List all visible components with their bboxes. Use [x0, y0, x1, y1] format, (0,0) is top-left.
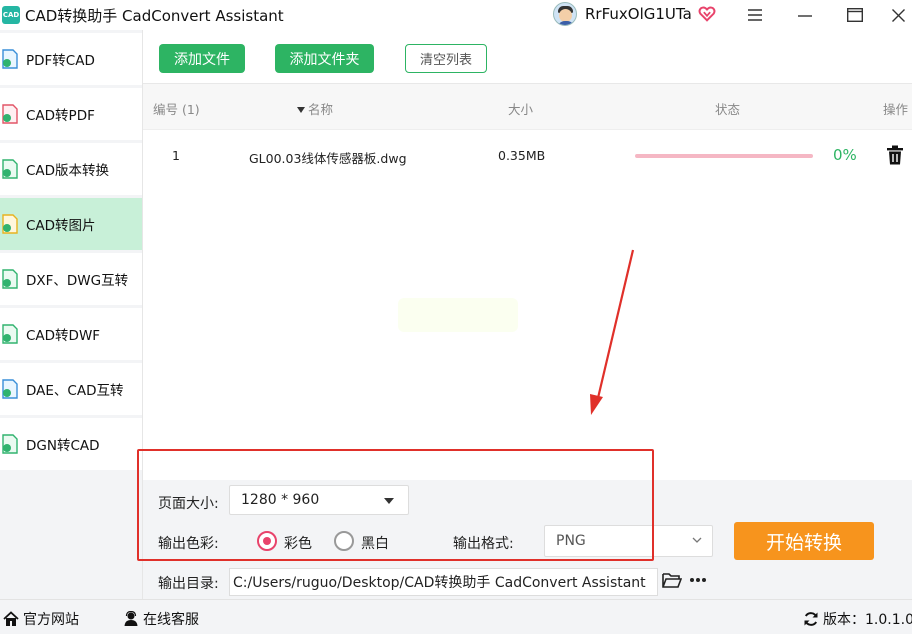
title-bar: CAD CAD转换助手 CadConvert Assistant RrFuxOl… — [0, 0, 912, 30]
output-dir-label: 输出目录: — [158, 576, 219, 592]
sidebar-item-label: DGN转CAD — [26, 438, 100, 454]
support-label: 在线客服 — [143, 612, 199, 628]
more-icon[interactable] — [689, 577, 707, 583]
maximize-icon[interactable] — [844, 4, 866, 26]
cad-to-pdf-icon — [2, 104, 18, 124]
format-label: 输出格式: — [453, 536, 514, 552]
sidebar-item-label: CAD版本转换 — [26, 163, 110, 179]
website-label: 官方网站 — [23, 612, 79, 628]
minimize-icon[interactable] — [794, 4, 816, 26]
menu-icon[interactable] — [744, 4, 766, 26]
output-dir-field[interactable]: C:/Users/ruguo/Desktop/CAD转换助手 CadConver… — [229, 568, 658, 596]
col-name[interactable]: 名称 — [297, 99, 333, 118]
row-file-size: 0.35MB — [498, 148, 546, 163]
sidebar-item-dae-cad[interactable]: DAE、CAD互转 — [0, 363, 142, 415]
pdf-to-cad-icon — [2, 49, 18, 69]
dxf-dwg-icon — [2, 269, 18, 289]
official-website-link[interactable]: 官方网站 — [3, 609, 79, 629]
table-header: 编号 (1) 名称 大小 状态 操作 — [143, 84, 912, 130]
sidebar-item-cad-to-pdf[interactable]: CAD转PDF — [0, 88, 142, 140]
progress-bar — [635, 154, 813, 158]
col-size[interactable]: 大小 — [508, 99, 533, 118]
clear-list-button[interactable]: 清空列表 — [405, 44, 487, 73]
status-bar: 官方网站 在线客服 版本：1.0.1.0 — [0, 599, 912, 634]
user-area[interactable]: RrFuxOlG1UTa — [553, 2, 716, 26]
support-person-icon — [124, 611, 138, 626]
table-row[interactable]: 1 GL00.03线体传感器板.dwg 0.35MB 0% — [143, 130, 912, 182]
sort-arrow-icon — [297, 107, 305, 113]
color-radio-bw[interactable] — [334, 531, 354, 551]
color-option-bw[interactable]: 黑白 — [361, 533, 389, 553]
col-action: 操作 — [883, 102, 909, 117]
main-panel: 添加文件 添加文件夹 清空列表 编号 (1) 名称 大小 状态 操作 1 GL0… — [142, 30, 912, 599]
chevron-down-icon — [692, 537, 702, 543]
color-option-color[interactable]: 彩色 — [284, 533, 312, 553]
color-radio-color[interactable] — [257, 531, 277, 551]
dropdown-caret-icon — [384, 498, 394, 504]
app-window: CAD CAD转换助手 CadConvert Assistant RrFuxOl… — [0, 0, 912, 634]
sidebar-item-label: DXF、DWG互转 — [26, 273, 129, 289]
folder-open-icon[interactable] — [662, 572, 682, 589]
version-label: 版本：1.0.1.0 — [823, 612, 912, 628]
version-info[interactable]: 版本：1.0.1.0 — [803, 609, 912, 629]
color-label: 输出色彩: — [158, 536, 219, 552]
col-name-label: 名称 — [308, 102, 334, 117]
sidebar-item-dgn-to-cad[interactable]: DGN转CAD — [0, 418, 142, 470]
refresh-icon — [804, 612, 818, 626]
username[interactable]: RrFuxOlG1UTa — [585, 5, 692, 23]
sidebar-item-dxf-dwg[interactable]: DXF、DWG互转 — [0, 253, 142, 305]
app-logo-icon: CAD — [2, 6, 20, 24]
add-file-button[interactable]: 添加文件 — [159, 44, 245, 73]
progress-percent: 0% — [833, 146, 857, 164]
page-size-value: 1280 * 960 — [241, 492, 320, 508]
sidebar-item-label: CAD转图片 — [26, 218, 96, 234]
row-file-name: GL00.03线体传感器板.dwg — [249, 151, 407, 166]
dgn-to-cad-icon — [2, 434, 18, 454]
cad-to-image-icon — [2, 214, 18, 234]
col-status: 状态 — [715, 102, 741, 117]
vip-heart-icon[interactable] — [698, 5, 716, 23]
sidebar-item-cad-to-image[interactable]: CAD转图片 — [0, 198, 142, 250]
row-index: 1 — [172, 148, 180, 163]
sidebar-item-cad-to-dwf[interactable]: CAD转DWF — [0, 308, 142, 360]
page-size-select[interactable]: 1280 * 960 — [229, 485, 409, 515]
settings-panel: 页面大小: 1280 * 960 输出色彩: 彩色 黑白 输出格式: PNG 开… — [143, 480, 912, 599]
cad-version-icon — [2, 159, 18, 179]
trash-icon[interactable] — [886, 145, 904, 165]
format-value: PNG — [556, 533, 586, 549]
avatar[interactable] — [553, 2, 577, 26]
watermark — [398, 298, 518, 332]
sidebar-item-pdf-to-cad[interactable]: PDF转CAD — [0, 33, 142, 85]
col-index[interactable]: 编号 (1) — [153, 99, 200, 118]
add-folder-button[interactable]: 添加文件夹 — [275, 44, 374, 73]
sidebar-item-label: DAE、CAD互转 — [26, 383, 124, 399]
sidebar-item-label: PDF转CAD — [26, 53, 95, 69]
sidebar-item-label: CAD转PDF — [26, 108, 95, 124]
cad-to-dwf-icon — [2, 324, 18, 344]
sidebar-item-label: CAD转DWF — [26, 328, 101, 344]
dae-cad-icon — [2, 379, 18, 399]
output-dir-value: C:/Users/ruguo/Desktop/CAD转换助手 CadConver… — [233, 575, 646, 591]
page-size-label: 页面大小: — [158, 496, 219, 512]
online-support-link[interactable]: 在线客服 — [123, 609, 199, 629]
home-icon — [3, 611, 19, 626]
sidebar: PDF转CAD CAD转PDF CAD版本转换 CAD转图片 DXF、DWG互转… — [0, 30, 142, 599]
sidebar-item-cad-version[interactable]: CAD版本转换 — [0, 143, 142, 195]
start-convert-button[interactable]: 开始转换 — [734, 522, 874, 560]
close-icon[interactable] — [887, 4, 909, 26]
toolbar: 添加文件 添加文件夹 清空列表 — [143, 30, 912, 84]
format-select[interactable]: PNG — [544, 525, 713, 557]
app-title: CAD转换助手 CadConvert Assistant — [25, 6, 284, 25]
